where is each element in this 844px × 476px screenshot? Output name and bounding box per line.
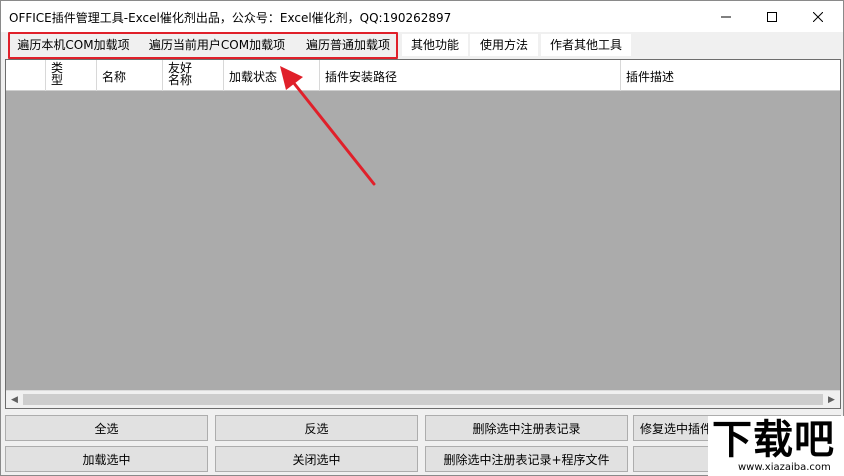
delete-registry-button[interactable]: 删除选中注册表记录 <box>425 415 628 441</box>
close-button[interactable] <box>795 1 841 32</box>
horizontal-scrollbar[interactable]: ◀ ▶ <box>6 390 840 408</box>
title-bar: OFFICE插件管理工具-Excel催化剂出品，公众号：Excel催化剂，QQ:… <box>1 1 843 32</box>
addin-grid[interactable]: 类型 名称 友好名称 加载状态 插件安装路径 插件描述 ◀ ▶ <box>5 59 841 409</box>
tab-other-functions[interactable]: 其他功能 <box>402 34 468 56</box>
grid-body[interactable] <box>6 91 840 390</box>
invert-selection-button[interactable]: 反选 <box>215 415 418 441</box>
minimize-icon <box>721 16 731 17</box>
watermark-logo: 下载吧 www.xiazaiba.com <box>708 416 844 476</box>
close-icon <box>813 11 823 22</box>
maximize-button[interactable] <box>749 1 795 32</box>
column-header-friendly-name[interactable]: 友好名称 <box>163 60 224 91</box>
minimize-button[interactable] <box>703 1 749 32</box>
tab-usage[interactable]: 使用方法 <box>470 34 538 56</box>
tab-strip: 遍历本机COM加载项 遍历当前用户COM加载项 遍历普通加载项 其他功能 使用方… <box>1 32 843 57</box>
tab-user-com-addins[interactable]: 遍历当前用户COM加载项 <box>141 34 293 56</box>
column-header-load-state[interactable]: 加载状态 <box>224 60 320 91</box>
column-header-friendly-name-label: 友好名称 <box>168 61 193 87</box>
scroll-left-icon[interactable]: ◀ <box>6 391 23 408</box>
app-window: OFFICE插件管理工具-Excel催化剂出品，公众号：Excel催化剂，QQ:… <box>0 0 844 476</box>
column-header-type-label: 类型 <box>51 61 64 87</box>
scroll-thumb[interactable] <box>23 394 823 405</box>
window-title: OFFICE插件管理工具-Excel催化剂出品，公众号：Excel催化剂，QQ:… <box>9 11 452 25</box>
column-header-name[interactable]: 名称 <box>97 60 163 91</box>
maximize-icon <box>767 11 777 22</box>
tab-normal-addins[interactable]: 遍历普通加载项 <box>299 34 397 56</box>
delete-registry-and-files-button[interactable]: 删除选中注册表记录+程序文件 <box>425 446 628 472</box>
close-selected-button[interactable]: 关闭选中 <box>215 446 418 472</box>
column-header-description[interactable]: 插件描述 <box>621 60 840 91</box>
load-selected-button[interactable]: 加载选中 <box>5 446 208 472</box>
column-header-install-path[interactable]: 插件安装路径 <box>320 60 621 91</box>
tab-author-tools[interactable]: 作者其他工具 <box>541 34 631 56</box>
watermark-url: www.xiazaiba.com <box>738 462 831 473</box>
grid-header: 类型 名称 友好名称 加载状态 插件安装路径 插件描述 <box>6 60 840 91</box>
select-all-button[interactable]: 全选 <box>5 415 208 441</box>
column-header-select[interactable] <box>6 60 46 91</box>
watermark-text: 下载吧 <box>712 416 835 463</box>
column-header-type[interactable]: 类型 <box>46 60 97 91</box>
scroll-right-icon[interactable]: ▶ <box>823 391 840 408</box>
tab-local-com-addins[interactable]: 遍历本机COM加载项 <box>10 34 137 56</box>
